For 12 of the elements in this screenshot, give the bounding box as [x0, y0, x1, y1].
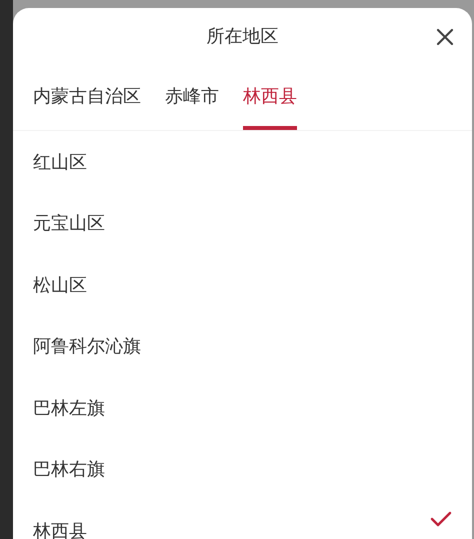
sheet-title: 所在地区: [206, 25, 278, 48]
region-option[interactable]: 红山区: [33, 150, 87, 174]
region-tab[interactable]: 林西县: [243, 64, 297, 130]
region-tab[interactable]: 内蒙古自治区: [33, 64, 141, 130]
close-icon[interactable]: [436, 28, 454, 46]
region-option[interactable]: 巴林左旗: [33, 396, 105, 420]
region-option[interactable]: 元宝山区: [33, 211, 105, 236]
region-option[interactable]: 阿鲁科尔沁旗: [33, 334, 141, 358]
region-option[interactable]: 巴林右旗: [33, 457, 105, 482]
region-option[interactable]: 松山区: [33, 272, 87, 297]
region-tab[interactable]: 赤峰市: [165, 64, 219, 130]
region-option[interactable]: 林西县: [33, 518, 87, 539]
